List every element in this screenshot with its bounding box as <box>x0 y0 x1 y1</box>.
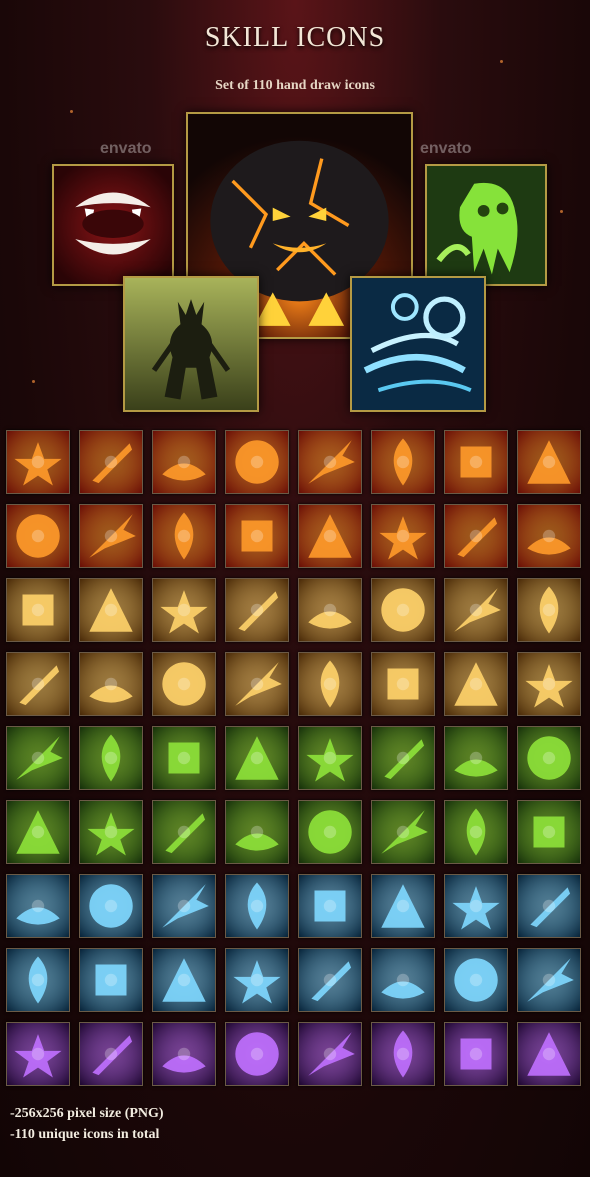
fireball-icon <box>298 504 362 568</box>
eye-icon <box>371 578 435 642</box>
pentagram-icon <box>6 430 70 494</box>
dark-treant-icon <box>152 726 216 790</box>
hourglass-icon <box>298 652 362 716</box>
coin-bag-icon <box>298 578 362 642</box>
void-orb-icon <box>152 1022 216 1086</box>
water-swirl-icon <box>444 948 508 1012</box>
ember-particle <box>500 60 503 63</box>
return-arrow-icon <box>444 504 508 568</box>
triple-spear-icon <box>517 578 581 642</box>
meteor-shower-icon <box>225 430 289 494</box>
wooden-shield-icon <box>225 652 289 716</box>
fist-icon <box>6 652 70 716</box>
blood-drops-icon <box>152 504 216 568</box>
treant-icon <box>123 276 259 412</box>
ghost-tentacle-icon <box>298 800 362 864</box>
vine-tendril-icon <box>444 726 508 790</box>
broken-shield-icon <box>79 652 143 716</box>
sun-burst-icon <box>444 430 508 494</box>
planet-icon <box>6 948 70 1012</box>
earth-fist-icon <box>225 726 289 790</box>
ember-particle <box>32 380 35 383</box>
bright-eye-icon <box>298 948 362 1012</box>
skull-crossbones-icon <box>371 800 435 864</box>
ground-spikes-icon <box>6 726 70 790</box>
page-title: SKILL ICONS <box>204 22 386 53</box>
tidal-wave-icon <box>298 874 362 938</box>
black-hole-icon <box>225 1022 289 1086</box>
cracked-earth-icon <box>371 430 435 494</box>
glowing-hand-icon <box>444 652 508 716</box>
feature-size: -256x256 pixel size (PNG) <box>10 1106 164 1121</box>
shadow-hand-icon <box>298 1022 362 1086</box>
golden-chalice-icon <box>371 1022 435 1086</box>
target-icon <box>152 578 216 642</box>
ember-particle <box>70 110 73 113</box>
full-moon-icon <box>79 948 143 1012</box>
promo-page: SKILL ICONS Set of 110 hand draw icons e… <box>0 0 590 1177</box>
ice-vortex-icon <box>6 874 70 938</box>
skulls-icon <box>517 800 581 864</box>
spear-light-icon <box>444 578 508 642</box>
green-ghost-icon <box>425 164 547 286</box>
magnifier-eye-icon <box>517 652 581 716</box>
fire-streak-icon <box>298 430 362 494</box>
winged-boot-icon <box>517 504 581 568</box>
watermark-right: envato <box>420 140 472 157</box>
heal-cross-icon <box>6 800 70 864</box>
fire-whip-icon <box>6 504 70 568</box>
bubbles-icon <box>444 874 508 938</box>
ice-golem-icon <box>517 874 581 938</box>
bloody-blade-icon <box>79 430 143 494</box>
fire-pillar-icon <box>79 504 143 568</box>
poison-cloud-icon <box>444 800 508 864</box>
leaf-icon <box>517 726 581 790</box>
blizzard-icon <box>371 874 435 938</box>
scarecrow-icon <box>6 1022 70 1086</box>
fire-rain-icon <box>225 504 289 568</box>
feature-count: -110 unique icons in total <box>10 1127 160 1142</box>
stone-golem-icon <box>371 726 435 790</box>
watermark-left: envato <box>100 140 152 157</box>
poison-drops-icon <box>225 800 289 864</box>
stun-stars-icon <box>79 578 143 642</box>
skill-icon-grid <box>6 430 584 1095</box>
lightning-sword-icon <box>152 652 216 716</box>
spirit-gust-icon <box>517 1022 581 1086</box>
ember-particle <box>560 210 563 213</box>
aura-silhouette-icon <box>371 652 435 716</box>
ice-crystals-icon <box>225 874 289 938</box>
light-pillar-icon <box>517 948 581 1012</box>
voodoo-doll-icon <box>6 578 70 642</box>
stone-pillar-icon <box>79 726 143 790</box>
arcane-lightning-icon <box>444 1022 508 1086</box>
earth-rise-icon <box>298 726 362 790</box>
slime-icon <box>152 800 216 864</box>
lightning-icon <box>79 874 143 938</box>
frost-beam-icon <box>152 948 216 1012</box>
fangs-icon <box>52 164 174 286</box>
stone-heart-icon <box>225 948 289 1012</box>
frost-tree-icon <box>371 948 435 1012</box>
wind-gust-icon <box>350 276 486 412</box>
feature-list: -256x256 pixel size (PNG) -110 unique ic… <box>10 1103 164 1145</box>
lava-pit-icon <box>152 430 216 494</box>
fire-arrows-icon <box>371 504 435 568</box>
keyhole-icon <box>225 578 289 642</box>
flames-icon <box>517 430 581 494</box>
clover-icon <box>79 800 143 864</box>
page-subtitle: Set of 110 hand draw icons <box>215 78 375 93</box>
ice-shards-icon <box>152 874 216 938</box>
tombstone-cross-icon <box>79 1022 143 1086</box>
